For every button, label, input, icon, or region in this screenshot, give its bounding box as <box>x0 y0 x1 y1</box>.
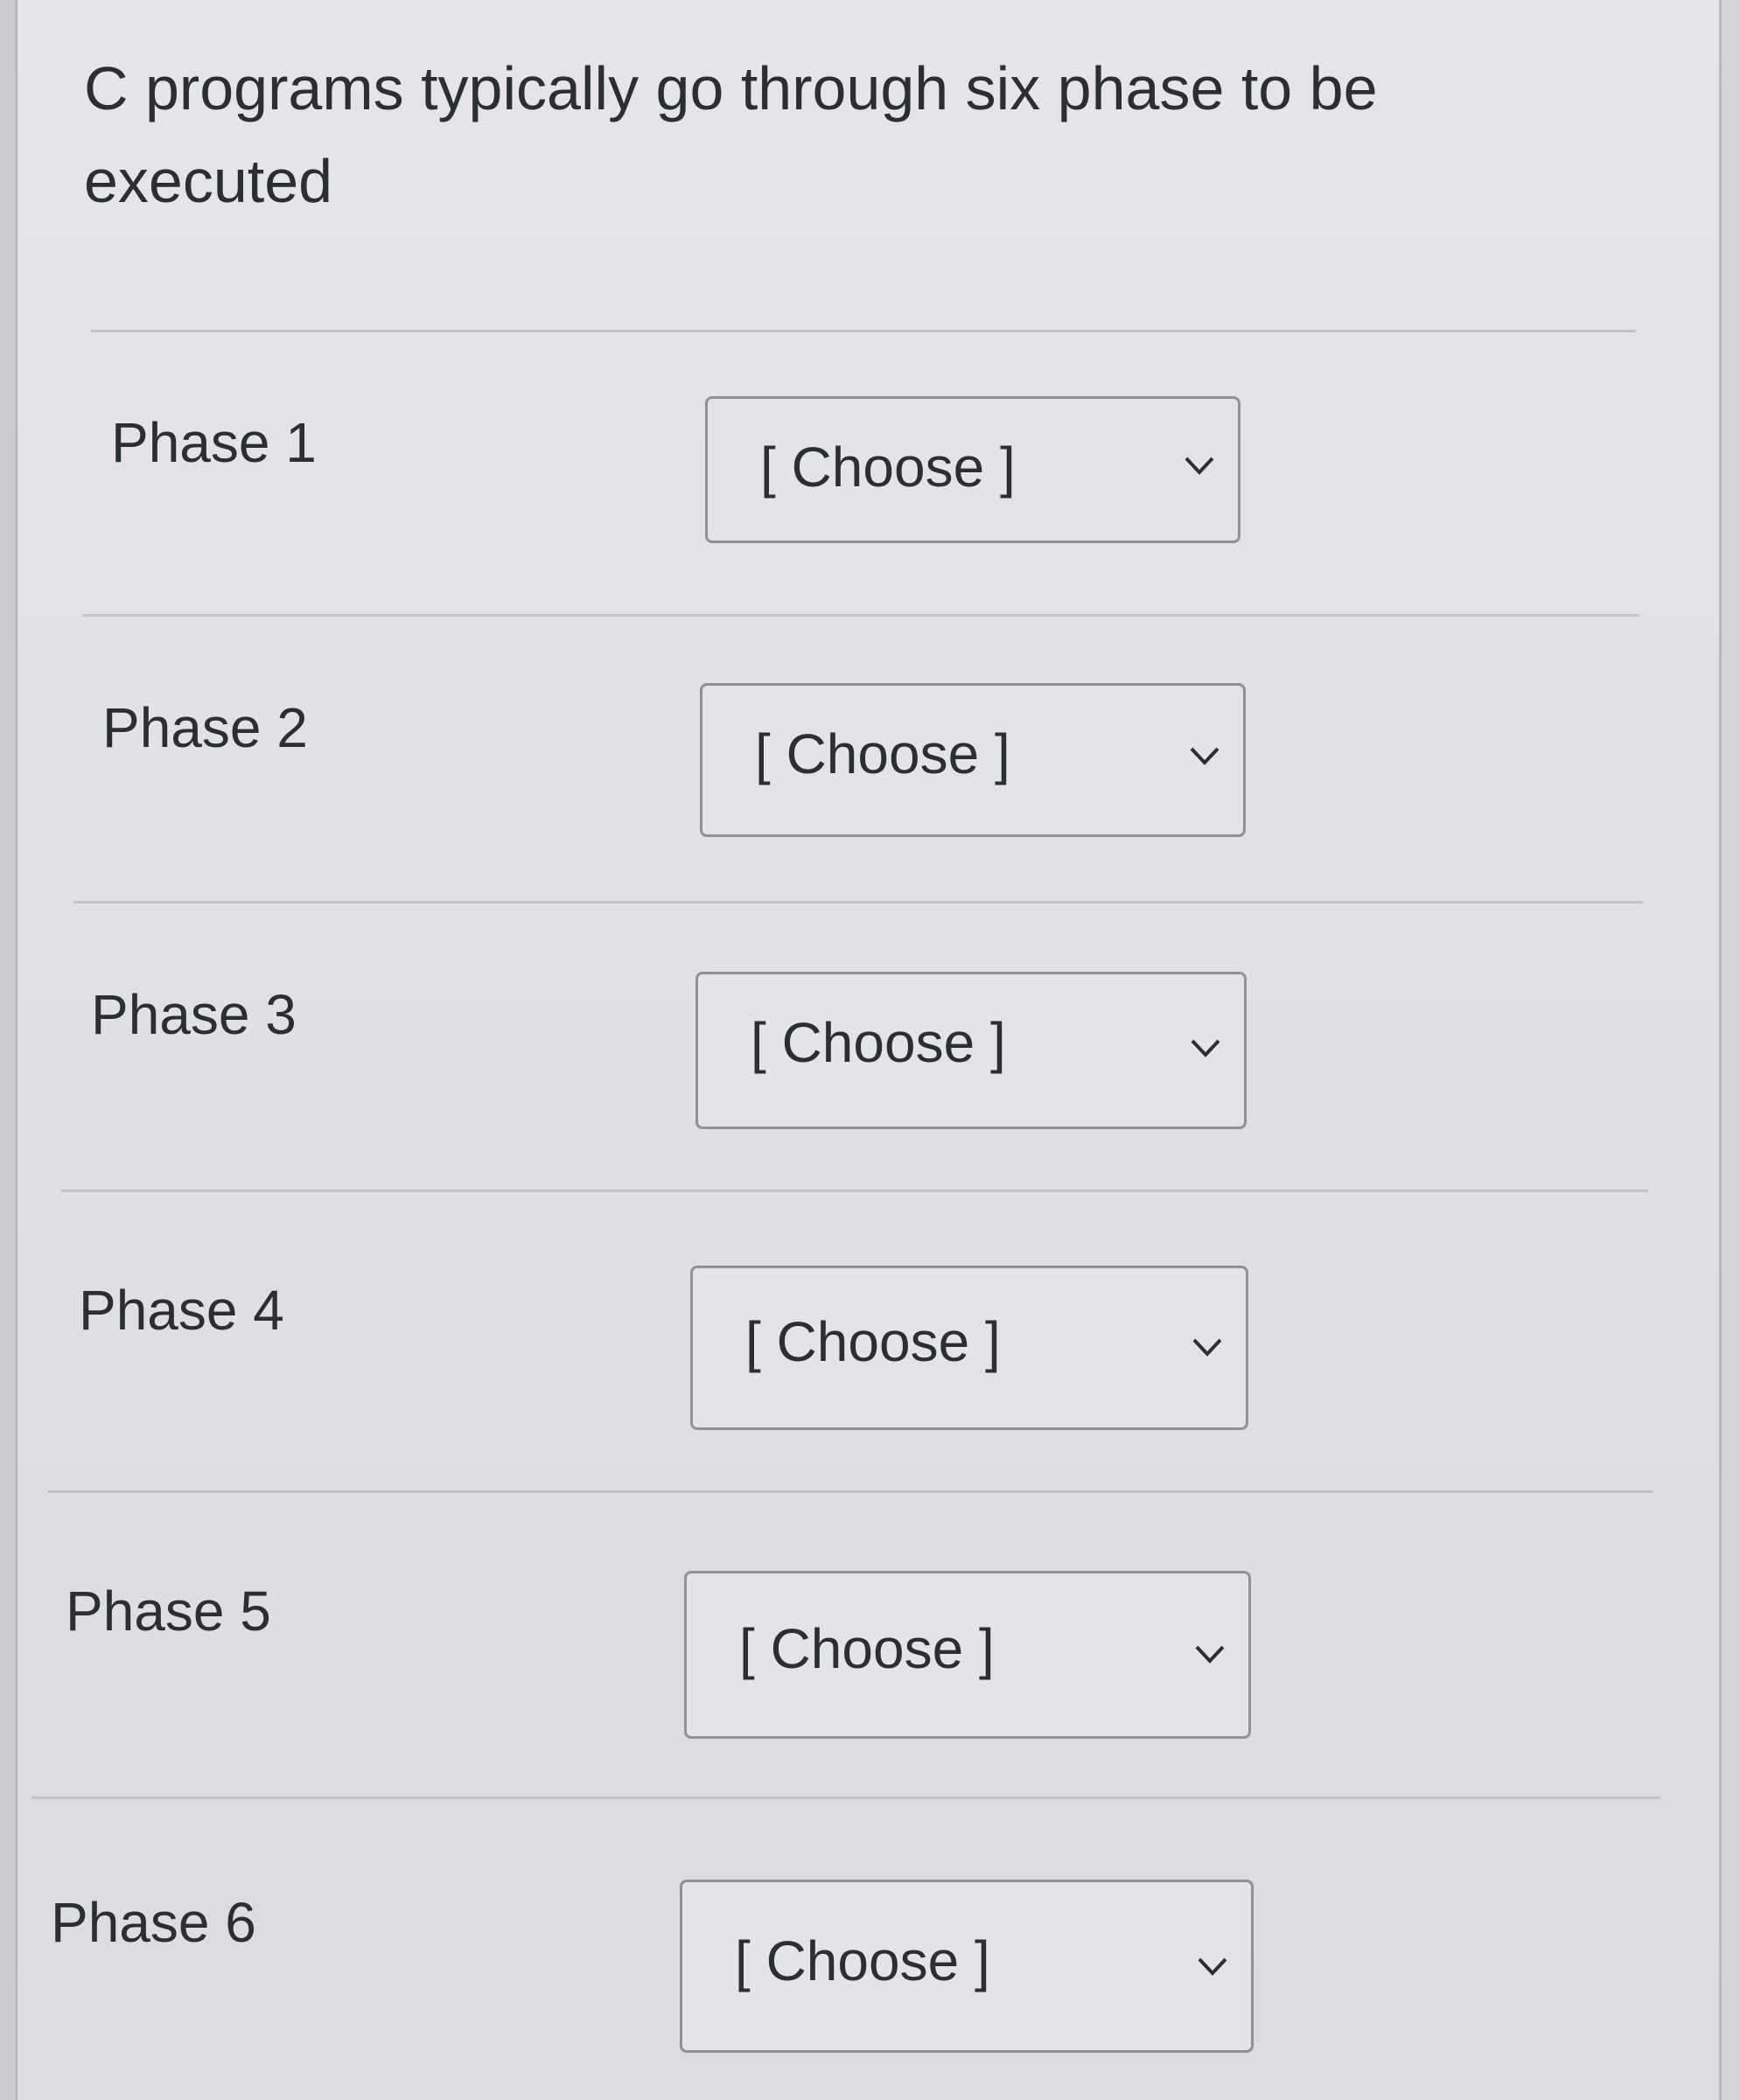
phase-2-label: Phase 2 <box>102 696 308 759</box>
chevron-down-icon <box>1198 1957 1227 1976</box>
phase-2-select-value: [ Choose ] <box>755 722 1010 785</box>
phase-1-select-value: [ Choose ] <box>760 436 1016 499</box>
divider-1 <box>82 614 1639 617</box>
question-text: C programs typically go through six phas… <box>84 54 1378 215</box>
chevron-down-icon <box>1190 747 1219 765</box>
phase-3-select-value: [ Choose ] <box>751 1011 1006 1074</box>
chevron-down-icon <box>1192 1338 1222 1357</box>
phase-3-label: Phase 3 <box>91 983 297 1046</box>
divider-5 <box>31 1797 1660 1799</box>
phase-1-select[interactable]: [ Choose ] <box>705 396 1240 543</box>
phase-3-select[interactable]: [ Choose ] <box>695 972 1247 1129</box>
phase-6-select[interactable]: [ Choose ] <box>680 1880 1254 2053</box>
phase-2-select[interactable]: [ Choose ] <box>700 683 1246 837</box>
chevron-down-icon <box>1191 1039 1220 1057</box>
divider-top <box>91 330 1636 332</box>
left-border <box>0 0 17 2100</box>
phase-4-select[interactable]: [ Choose ] <box>690 1266 1248 1430</box>
phase-6-select-value: [ Choose ] <box>735 1929 990 1992</box>
divider-2 <box>73 901 1643 903</box>
phase-5-label: Phase 5 <box>66 1580 271 1643</box>
right-edge <box>1722 0 1740 2100</box>
phase-6-label: Phase 6 <box>51 1891 256 1954</box>
phase-1-label: Phase 1 <box>111 411 317 474</box>
phase-5-select[interactable]: [ Choose ] <box>684 1571 1251 1739</box>
phase-4-select-value: [ Choose ] <box>745 1310 1001 1373</box>
divider-3 <box>61 1190 1648 1192</box>
chevron-down-icon <box>1184 457 1214 475</box>
phase-4-label: Phase 4 <box>79 1279 284 1342</box>
phase-5-select-value: [ Choose ] <box>739 1617 995 1680</box>
divider-4 <box>47 1490 1653 1493</box>
chevron-down-icon <box>1195 1645 1225 1664</box>
